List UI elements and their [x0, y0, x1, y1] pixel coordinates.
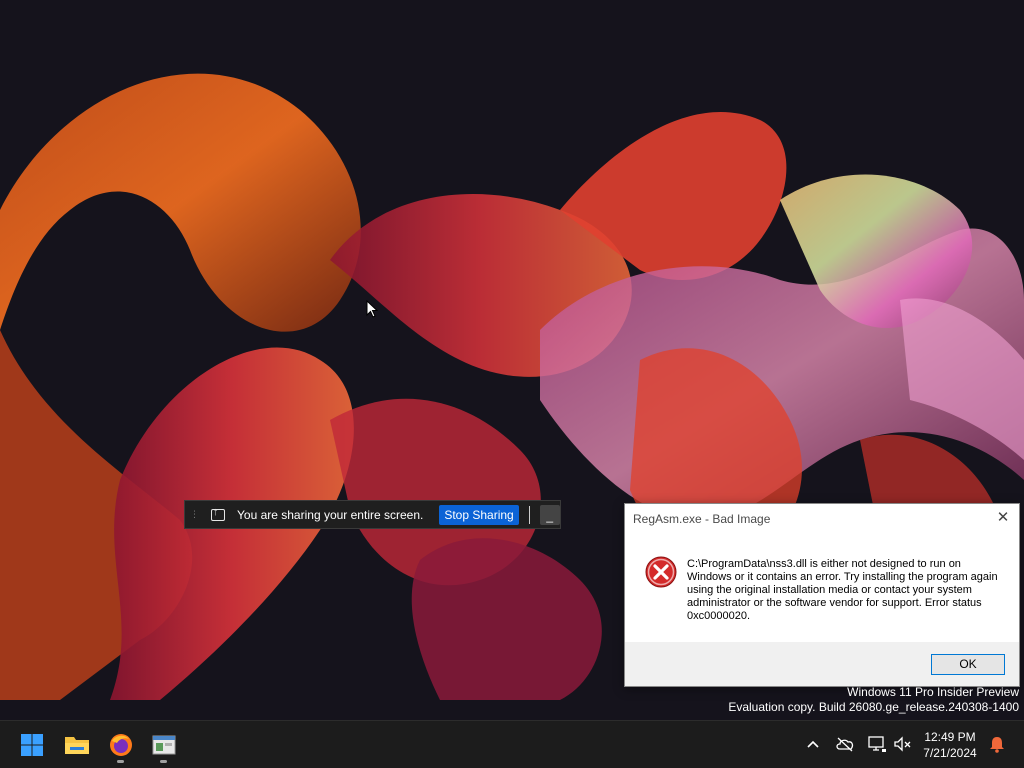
drag-handle-icon[interactable]: ⋮: [189, 501, 199, 528]
app-window-taskbar-button[interactable]: [147, 729, 181, 763]
notification-bell-icon[interactable]: [986, 733, 1008, 755]
sharing-message: You are sharing your entire screen.: [237, 507, 424, 522]
mouse-cursor-icon: [366, 300, 378, 318]
screen-sharing-bar: ⋮ You are sharing your entire screen. St…: [184, 500, 561, 529]
bad-image-dialog: RegAsm.exe - Bad Image ✕ C:\ProgramData\…: [624, 503, 1020, 687]
firefox-taskbar-button[interactable]: [104, 729, 138, 763]
minimize-share-bar-button[interactable]: _: [539, 504, 560, 525]
speaker-muted-icon[interactable]: [892, 733, 914, 755]
watermark-edition: Windows 11 Pro Insider Preview: [847, 685, 1019, 699]
watermark-build: Evaluation copy. Build 26080.ge_release.…: [728, 700, 1019, 714]
start-button[interactable]: [15, 729, 49, 761]
windows-logo-icon: [21, 734, 43, 756]
error-icon: [645, 556, 677, 588]
show-hidden-icons-chevron-icon[interactable]: [802, 733, 824, 755]
folder-icon: [65, 737, 89, 754]
firefox-icon: [110, 734, 132, 756]
running-indicator: [160, 760, 167, 763]
display-network-icon[interactable]: [866, 733, 888, 755]
taskbar-clock[interactable]: 12:49 PM 7/21/2024: [918, 729, 982, 761]
window-app-icon: [152, 735, 176, 755]
dialog-title: RegAsm.exe - Bad Image: [633, 512, 771, 526]
stop-sharing-button[interactable]: Stop Sharing: [439, 504, 519, 525]
file-explorer-taskbar-button[interactable]: [60, 729, 94, 761]
clock-date: 7/21/2024: [923, 746, 977, 760]
dialog-titlebar[interactable]: RegAsm.exe - Bad Image ✕: [625, 504, 1019, 534]
dialog-body: C:\ProgramData\nss3.dll is either not de…: [625, 534, 1019, 642]
error-message: C:\ProgramData\nss3.dll is either not de…: [687, 558, 998, 622]
desktop[interactable]: ⋮ You are sharing your entire screen. St…: [0, 0, 1024, 720]
close-icon[interactable]: ✕: [995, 510, 1011, 526]
taskbar: 12:49 PM 7/21/2024: [0, 720, 1024, 768]
divider: [528, 505, 530, 524]
running-indicator: [117, 760, 124, 763]
dialog-footer: OK: [625, 642, 1019, 686]
cloud-offline-icon[interactable]: [834, 733, 856, 755]
evaluation-watermark: Windows 11 Pro Insider Preview Evaluatio…: [728, 685, 1019, 715]
ok-button[interactable]: OK: [931, 654, 1005, 675]
share-screen-icon: [211, 506, 225, 521]
clock-time: 12:49 PM: [924, 730, 976, 744]
